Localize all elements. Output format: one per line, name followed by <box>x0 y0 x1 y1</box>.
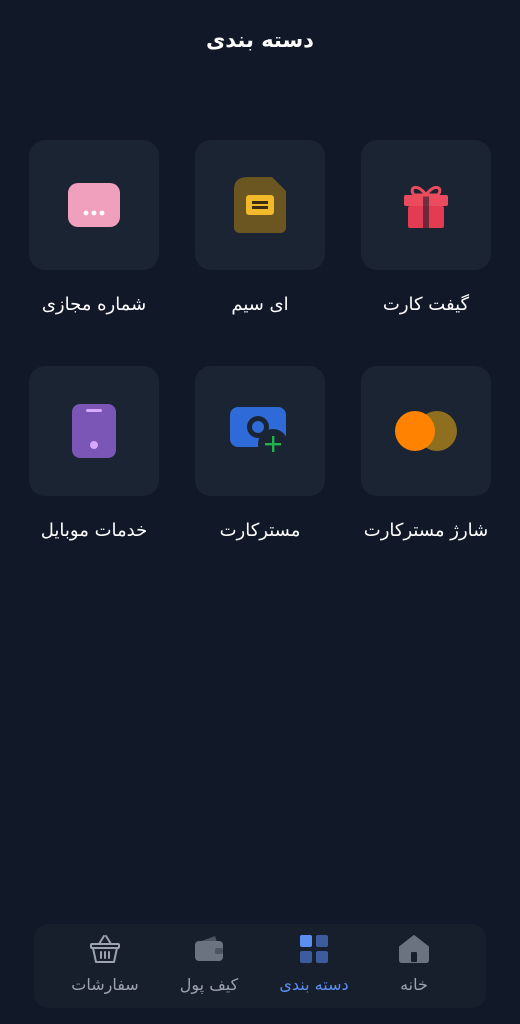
add-card-icon <box>230 407 288 459</box>
category-tile[interactable] <box>361 140 491 270</box>
mobile-icon <box>72 404 116 458</box>
category-tile[interactable] <box>195 140 325 270</box>
home-icon <box>399 935 429 963</box>
category-mobile-services[interactable]: خدمات موبایل <box>11 366 177 541</box>
category-esim[interactable]: ای سیم <box>177 140 343 315</box>
category-virtual-number[interactable]: شماره مجازی <box>11 140 177 315</box>
basket-icon <box>90 935 120 963</box>
category-label: شماره مجازی <box>41 294 147 315</box>
mastercard-icon <box>395 411 457 451</box>
category-gift-card[interactable]: گیفت کارت <box>343 140 509 315</box>
category-label: شارژ مسترکارت <box>363 520 489 541</box>
category-tile[interactable] <box>29 366 159 496</box>
nav-orders[interactable]: سفارشات <box>55 924 155 1008</box>
category-tile[interactable] <box>29 140 159 270</box>
bottom-nav: خانه دسته بندی کیف پول سفارشات <box>34 924 486 1008</box>
category-mastercard[interactable]: مسترکارت <box>177 366 343 541</box>
nav-wallet[interactable]: کیف پول <box>159 924 259 1008</box>
nav-label: خانه <box>400 975 428 994</box>
category-label: ای سیم <box>231 294 289 315</box>
nav-label: دسته بندی <box>279 975 349 994</box>
category-tile[interactable] <box>195 366 325 496</box>
category-label: مسترکارت <box>219 520 301 541</box>
grid-icon <box>300 935 328 963</box>
nav-home[interactable]: خانه <box>364 924 464 1008</box>
gift-icon <box>404 186 448 228</box>
category-mastercard-topup[interactable]: شارژ مسترکارت <box>343 366 509 541</box>
wallet-icon <box>195 936 223 961</box>
category-label: خدمات موبایل <box>40 520 148 541</box>
esim-icon <box>234 177 286 233</box>
nav-label: سفارشات <box>71 975 139 994</box>
page-title: دسته بندی <box>206 28 314 52</box>
nav-categories[interactable]: دسته بندی <box>264 924 364 1008</box>
nav-label: کیف پول <box>179 975 239 994</box>
category-label: گیفت کارت <box>382 294 470 315</box>
category-tile[interactable] <box>361 366 491 496</box>
virtual-number-icon <box>68 183 120 227</box>
